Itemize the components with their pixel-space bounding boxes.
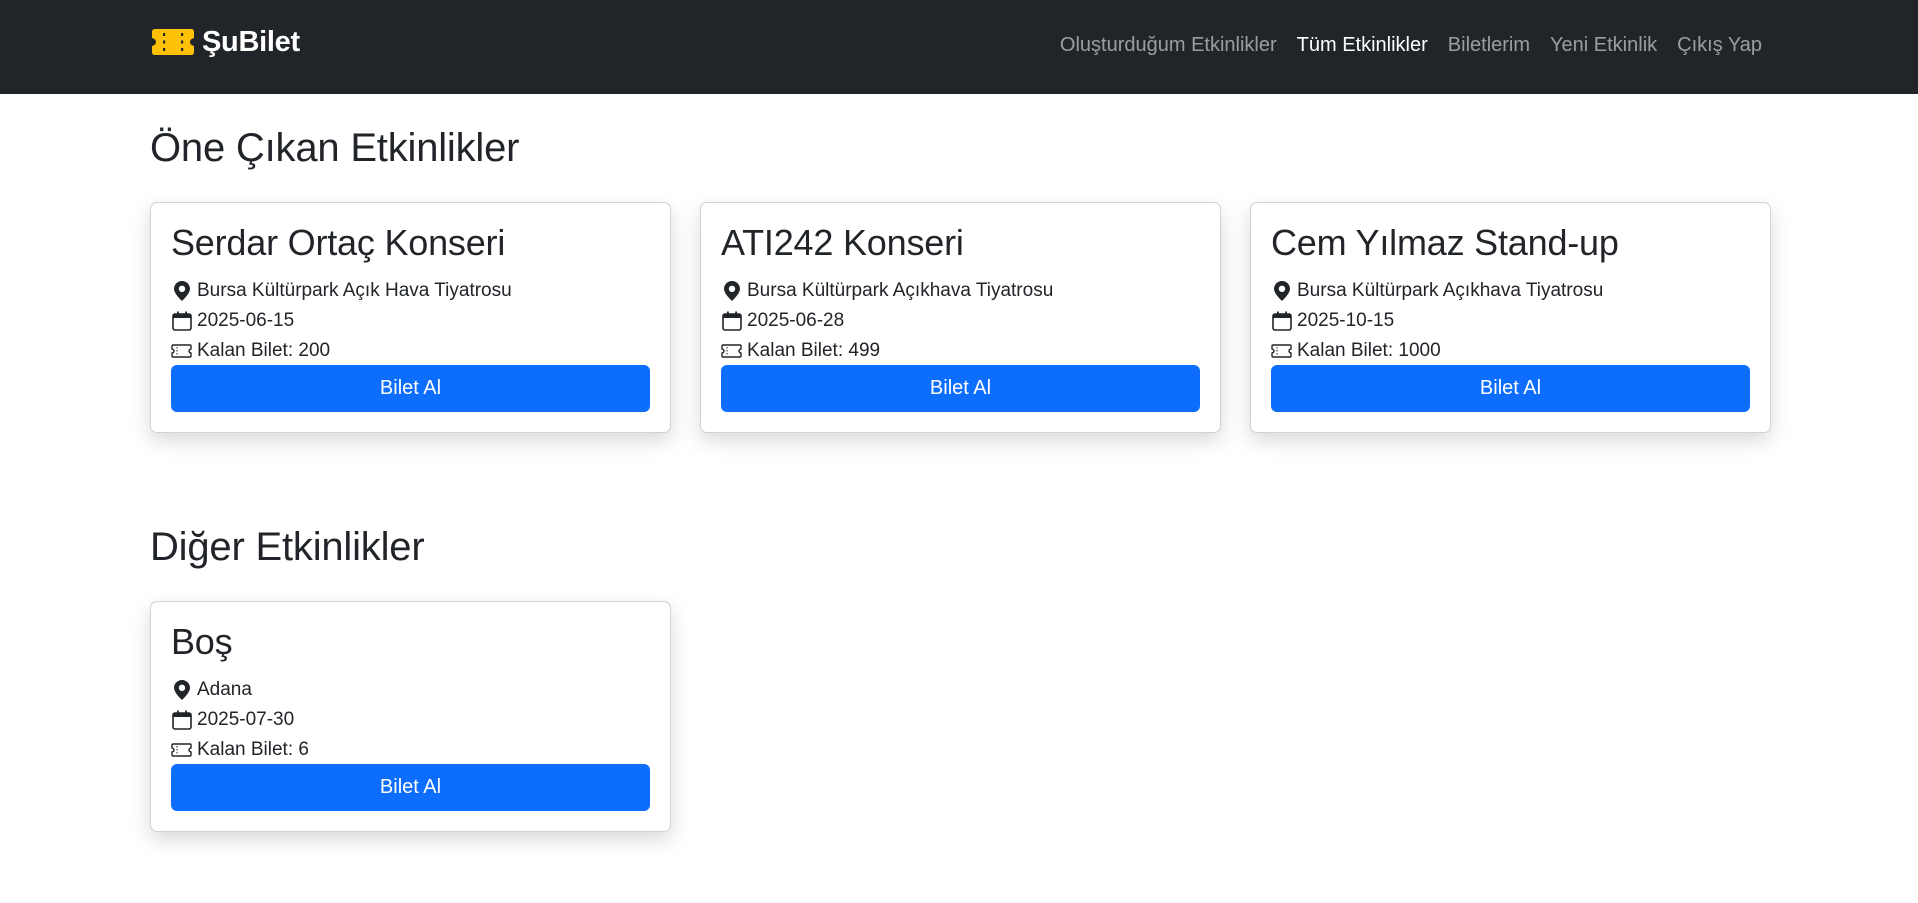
calendar-icon xyxy=(1271,311,1292,332)
event-title: Boş xyxy=(171,621,233,662)
buy-ticket-button[interactable]: Bilet Al xyxy=(171,365,650,412)
map-pin-icon xyxy=(721,281,742,302)
navbar: ŞuBilet Oluşturduğum Etkinlikler Tüm Etk… xyxy=(0,0,1918,94)
event-tickets: Kalan Bilet: 1000 xyxy=(1271,338,1441,364)
event-tickets-text: Kalan Bilet: 499 xyxy=(747,340,881,361)
nav-all-events[interactable]: Tüm Etkinlikler xyxy=(1297,32,1428,58)
calendar-icon xyxy=(171,311,192,332)
event-location: Adana xyxy=(171,677,252,703)
event-date: 2025-06-28 xyxy=(721,308,844,334)
event-date: 2025-07-30 xyxy=(171,707,294,733)
event-date-text: 2025-07-30 xyxy=(197,709,295,730)
buy-ticket-button[interactable]: Bilet Al xyxy=(1271,365,1750,412)
event-location-text: Adana xyxy=(197,679,252,700)
event-title: ATI242 Konseri xyxy=(721,222,964,263)
event-date-text: 2025-06-15 xyxy=(197,310,295,331)
calendar-icon xyxy=(171,710,192,731)
event-card: Serdar Ortaç Konseri Bursa Kültürpark Aç… xyxy=(150,202,671,433)
ticket-icon xyxy=(721,341,742,362)
ticket-icon xyxy=(1271,341,1292,362)
event-date: 2025-10-15 xyxy=(1271,308,1394,334)
buy-ticket-button[interactable]: Bilet Al xyxy=(721,365,1200,412)
event-location: Bursa Kültürpark Açıkhava Tiyatrosu xyxy=(721,278,1053,304)
event-location: Bursa Kültürpark Açıkhava Tiyatrosu xyxy=(1271,278,1603,304)
ticket-icon xyxy=(171,341,192,362)
event-location-text: Bursa Kültürpark Açıkhava Tiyatrosu xyxy=(1297,280,1604,301)
event-title: Cem Yılmaz Stand-up xyxy=(1271,222,1619,263)
ticket-icon xyxy=(171,740,192,761)
map-pin-icon xyxy=(171,281,192,302)
calendar-icon xyxy=(721,311,742,332)
event-tickets: Kalan Bilet: 499 xyxy=(721,338,880,364)
event-card: ATI242 Konseri Bursa Kültürpark Açıkhava… xyxy=(700,202,1221,433)
other-section-title: Diğer Etkinlikler xyxy=(150,525,425,569)
event-card: Cem Yılmaz Stand-up Bursa Kültürpark Açı… xyxy=(1250,202,1771,433)
nav-my-events[interactable]: Oluşturduğum Etkinlikler xyxy=(1060,32,1277,58)
brand-link[interactable]: ŞuBilet xyxy=(150,22,300,62)
event-tickets: Kalan Bilet: 200 xyxy=(171,338,330,364)
event-tickets: Kalan Bilet: 6 xyxy=(171,737,309,763)
buy-ticket-button[interactable]: Bilet Al xyxy=(171,764,650,811)
event-tickets-text: Kalan Bilet: 6 xyxy=(197,739,309,760)
event-tickets-text: Kalan Bilet: 200 xyxy=(197,340,331,361)
nav-new-event[interactable]: Yeni Etkinlik xyxy=(1550,32,1657,58)
ticket-logo-icon xyxy=(152,29,194,55)
event-date: 2025-06-15 xyxy=(171,308,294,334)
event-location: Bursa Kültürpark Açık Hava Tiyatrosu xyxy=(171,278,512,304)
event-title: Serdar Ortaç Konseri xyxy=(171,222,506,263)
featured-section-title: Öne Çıkan Etkinlikler xyxy=(150,126,520,170)
event-location-text: Bursa Kültürpark Açık Hava Tiyatrosu xyxy=(197,280,512,301)
event-date-text: 2025-06-28 xyxy=(747,310,845,331)
brand-name: ŞuBilet xyxy=(202,25,300,58)
nav-logout[interactable]: Çıkış Yap xyxy=(1677,32,1762,58)
event-tickets-text: Kalan Bilet: 1000 xyxy=(1297,340,1441,361)
event-location-text: Bursa Kültürpark Açıkhava Tiyatrosu xyxy=(747,280,1054,301)
map-pin-icon xyxy=(1271,281,1292,302)
event-card: Boş Adana 2025-07-30 Kalan Bilet: 6 Bile… xyxy=(150,601,671,832)
main-nav: Oluşturduğum Etkinlikler Tüm Etkinlikler… xyxy=(1040,32,1762,58)
map-pin-icon xyxy=(171,680,192,701)
nav-my-tickets[interactable]: Biletlerim xyxy=(1448,32,1530,58)
event-date-text: 2025-10-15 xyxy=(1297,310,1395,331)
